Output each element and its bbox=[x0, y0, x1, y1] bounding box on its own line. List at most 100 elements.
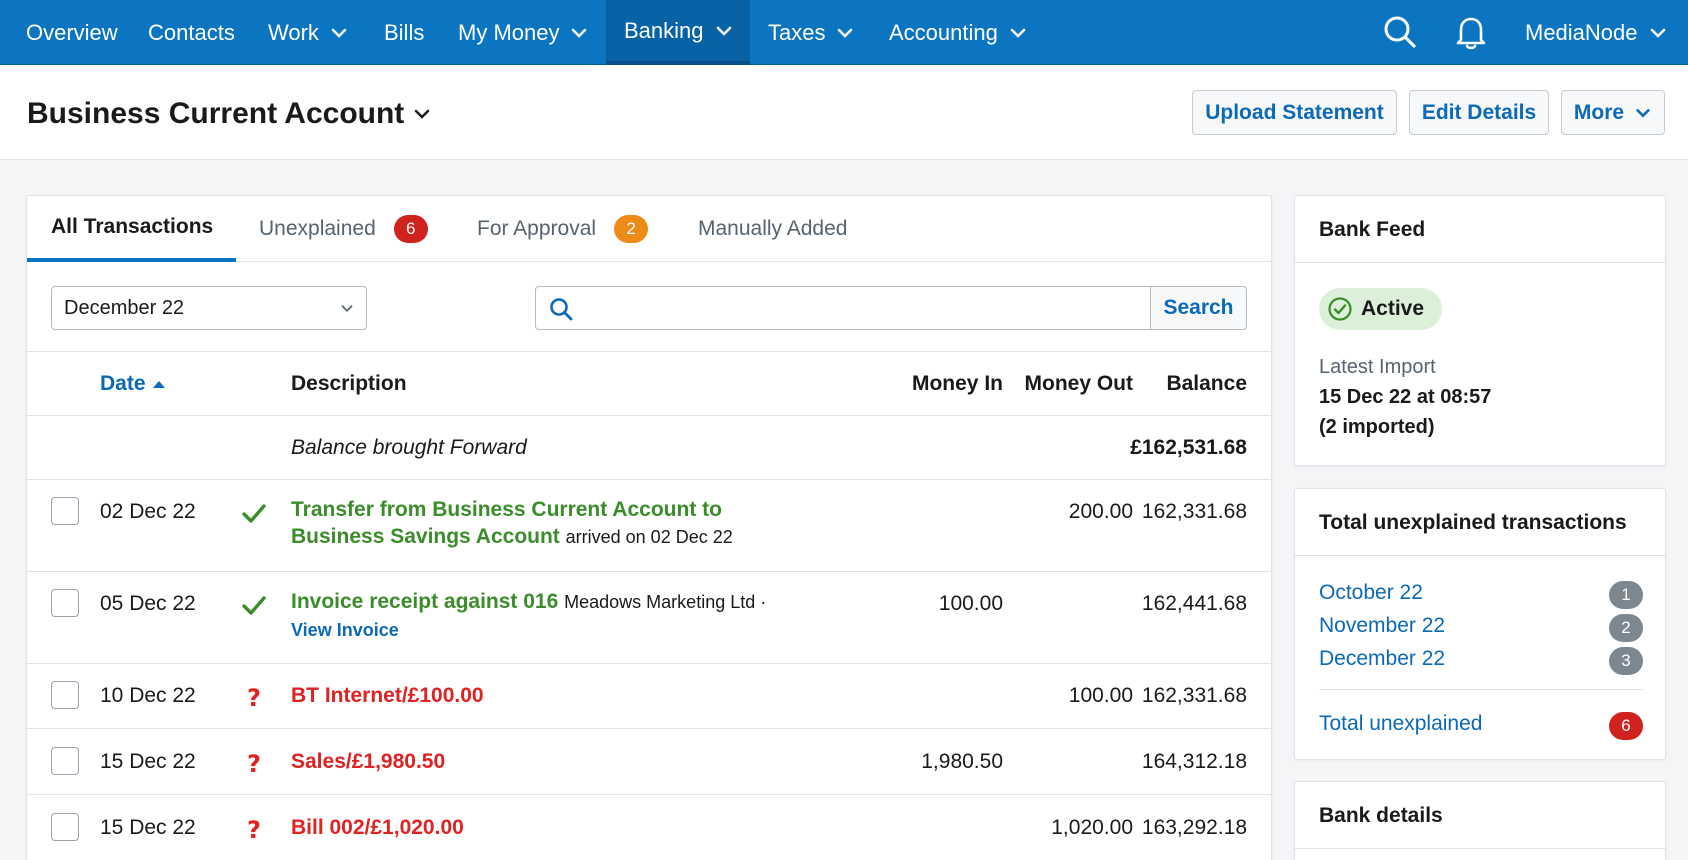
chevron-down-icon bbox=[331, 28, 347, 38]
row-checkbox[interactable] bbox=[51, 813, 79, 841]
view-invoice-link[interactable]: View Invoice bbox=[291, 620, 399, 640]
total-count-badge: 6 bbox=[1609, 712, 1643, 740]
balance-forward-value: £162,531.68 bbox=[1130, 436, 1247, 459]
tab-label: For Approval bbox=[477, 217, 597, 240]
search-input[interactable] bbox=[535, 286, 1151, 330]
chevron-down-icon bbox=[415, 109, 430, 119]
total-unexplained-link[interactable]: Total unexplained bbox=[1319, 712, 1482, 736]
divider bbox=[1295, 262, 1665, 263]
row-date: 05 Dec 22 bbox=[100, 592, 196, 615]
balance-forward-label: Balance brought Forward bbox=[291, 436, 527, 459]
description-column-header: Description bbox=[291, 372, 407, 395]
row-checkbox[interactable] bbox=[51, 681, 79, 709]
question-mark-icon: ? bbox=[247, 684, 261, 710]
nav-label: Taxes bbox=[768, 19, 826, 45]
nav-label: My Money bbox=[458, 19, 560, 45]
period-select[interactable]: December 22 bbox=[51, 286, 367, 330]
month-count-badge: 3 bbox=[1609, 647, 1643, 675]
search-icon bbox=[550, 298, 573, 321]
chevron-down-icon bbox=[1650, 28, 1665, 38]
nav-item-overview[interactable]: Overview bbox=[26, 0, 118, 65]
table-row[interactable]: 15 Dec 22 ? Sales/£1,980.50 1,980.50 164… bbox=[27, 729, 1271, 795]
chevron-down-icon bbox=[1636, 108, 1650, 117]
nav-item-bills[interactable]: Bills bbox=[384, 0, 424, 65]
search-button[interactable]: Search bbox=[1151, 286, 1247, 330]
unexplained-month-link[interactable]: December 22 bbox=[1319, 647, 1445, 671]
row-checkbox[interactable] bbox=[51, 589, 79, 617]
row-money-in: 100.00 bbox=[938, 592, 1003, 615]
check-icon bbox=[242, 596, 266, 615]
table-row[interactable]: 15 Dec 22 ? Bill 002/£1,020.00 1,020.00 … bbox=[27, 795, 1271, 860]
transaction-title: Sales/£1,980.50 bbox=[291, 750, 446, 773]
feed-status-badge: Active bbox=[1319, 288, 1443, 330]
nav-item-my-money[interactable]: My Money bbox=[458, 0, 589, 65]
bell-icon[interactable] bbox=[1451, 12, 1491, 52]
date-column-header[interactable]: Date bbox=[100, 372, 166, 396]
transaction-title: Bill 002/£1,020.00 bbox=[291, 816, 464, 839]
row-description[interactable]: BT Internet/£100.00 bbox=[291, 682, 811, 709]
top-navigation: Overview Contacts Work Bills My Money Ba… bbox=[0, 0, 1688, 65]
more-button[interactable]: More bbox=[1561, 90, 1665, 135]
row-date: 10 Dec 22 bbox=[100, 684, 196, 707]
divider bbox=[1295, 848, 1665, 849]
bank-feed-title: Bank Feed bbox=[1319, 218, 1426, 241]
unexplained-count-badge: 6 bbox=[393, 215, 428, 243]
row-description[interactable]: Transfer from Business Current Account t… bbox=[291, 496, 811, 551]
svg-text:?: ? bbox=[247, 684, 261, 710]
column-label: Date bbox=[100, 372, 146, 395]
row-balance: 162,441.68 bbox=[1141, 592, 1247, 615]
search-icon[interactable] bbox=[1380, 12, 1420, 52]
chevron-down-icon bbox=[341, 305, 353, 312]
row-balance: 162,331.68 bbox=[1141, 500, 1247, 523]
money-in-column-header: Money In bbox=[911, 372, 1003, 395]
nav-item-taxes[interactable]: Taxes bbox=[768, 0, 855, 65]
transactions-card: All Transactions Unexplained 6 For Appro… bbox=[26, 195, 1272, 860]
nav-label: Overview bbox=[26, 19, 118, 45]
row-date: 15 Dec 22 bbox=[100, 750, 196, 773]
row-money-out: 1,020.00 bbox=[1051, 816, 1133, 839]
latest-import-count: (2 imported) bbox=[1319, 416, 1435, 438]
tab-unexplained[interactable]: Unexplained 6 bbox=[259, 196, 428, 262]
svg-text:?: ? bbox=[247, 750, 261, 776]
account-menu[interactable]: MediaNode bbox=[1525, 0, 1668, 65]
tab-manually-added[interactable]: Manually Added bbox=[698, 196, 847, 262]
transaction-tabs: All Transactions Unexplained 6 For Appro… bbox=[27, 196, 1271, 262]
check-circle-icon bbox=[1328, 297, 1352, 321]
row-checkbox[interactable] bbox=[51, 747, 79, 775]
filter-bar: December 22 Search bbox=[27, 262, 1271, 352]
nav-label: Accounting bbox=[889, 19, 998, 45]
unexplained-month-link[interactable]: October 22 bbox=[1319, 581, 1423, 605]
tab-all-transactions[interactable]: All Transactions bbox=[27, 196, 236, 262]
unexplained-month-link[interactable]: November 22 bbox=[1319, 614, 1445, 638]
tab-label: Manually Added bbox=[698, 217, 848, 240]
nav-label: Banking bbox=[624, 17, 704, 43]
row-balance: 164,312.18 bbox=[1141, 750, 1247, 773]
tab-for-approval[interactable]: For Approval 2 bbox=[477, 196, 649, 262]
account-selector[interactable]: Business Current Account bbox=[27, 97, 432, 131]
edit-details-button[interactable]: Edit Details bbox=[1409, 90, 1549, 135]
table-row[interactable]: 10 Dec 22 ? BT Internet/£100.00 100.00 1… bbox=[27, 664, 1271, 729]
table-row[interactable]: 02 Dec 22 Transfer from Business Current… bbox=[27, 480, 1271, 572]
row-money-in: 1,980.50 bbox=[921, 750, 1003, 773]
nav-item-work[interactable]: Work bbox=[268, 0, 349, 65]
month-count-badge: 2 bbox=[1609, 614, 1643, 642]
chevron-down-icon bbox=[838, 28, 853, 38]
row-date: 15 Dec 22 bbox=[100, 816, 196, 839]
balance-column-header: Balance bbox=[1166, 372, 1247, 395]
upload-statement-button[interactable]: Upload Statement bbox=[1192, 90, 1397, 135]
button-label: Upload Statement bbox=[1205, 100, 1384, 124]
month-count-badge: 1 bbox=[1609, 581, 1643, 609]
nav-item-banking[interactable]: Banking bbox=[606, 0, 750, 65]
row-checkbox[interactable] bbox=[51, 497, 79, 525]
tab-label: All Transactions bbox=[51, 215, 214, 238]
nav-item-accounting[interactable]: Accounting bbox=[889, 0, 1028, 65]
row-description[interactable]: Bill 002/£1,020.00 bbox=[291, 814, 811, 841]
table-row[interactable]: 05 Dec 22 Invoice receipt against 016 Me… bbox=[27, 572, 1271, 664]
row-description[interactable]: Invoice receipt against 016 Meadows Mark… bbox=[291, 588, 811, 644]
button-label: Search bbox=[1163, 296, 1234, 319]
nav-item-contacts[interactable]: Contacts bbox=[148, 0, 235, 65]
row-description[interactable]: Sales/£1,980.50 bbox=[291, 748, 811, 775]
chevron-down-icon bbox=[716, 26, 731, 36]
nav-label: Work bbox=[268, 19, 319, 45]
chevron-down-icon bbox=[1010, 28, 1026, 38]
